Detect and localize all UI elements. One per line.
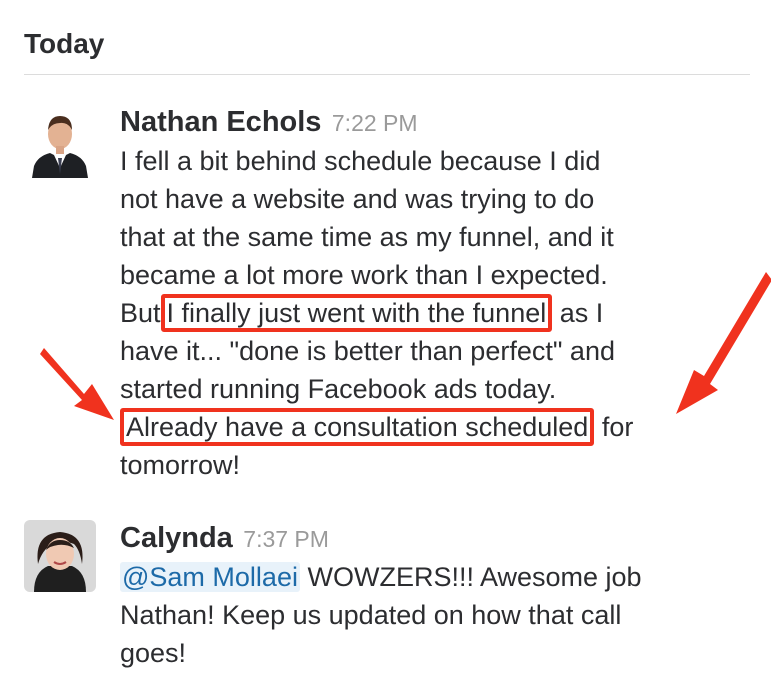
timestamp[interactable]: 7:22 PM — [332, 110, 418, 136]
user-mention[interactable]: @Sam Mollaei — [120, 562, 300, 592]
message-header: Nathan Echols 7:22 PM — [120, 102, 750, 142]
message-line: @Sam Mollaei WOWZERS!!! Awesome job — [120, 558, 750, 596]
avatar-calynda[interactable] — [24, 520, 96, 592]
message-text: But — [120, 298, 161, 328]
red-arrow-icon — [40, 348, 114, 420]
message-line: started running Facebook ads today. — [120, 374, 557, 404]
message-line: have it... "done is better than perfect"… — [120, 336, 615, 366]
avatar-nathan[interactable] — [24, 106, 96, 178]
message-text — [552, 298, 560, 328]
avatar-nathan-image — [24, 106, 96, 178]
message-line: tomorrow! — [120, 450, 241, 480]
message-line: I fell a bit behind schedule because I d… — [120, 146, 601, 176]
highlight-box-consultation: Already have a consultation scheduled — [120, 408, 595, 446]
message-line: Nathan! Keep us updated on how that call — [120, 600, 622, 630]
message-text: as I — [559, 298, 604, 328]
day-divider-line — [24, 74, 750, 75]
message-line: that at the same time as my funnel, and … — [120, 222, 614, 252]
avatar-calynda-image — [24, 520, 96, 592]
sender-name[interactable]: Calynda — [120, 522, 233, 554]
message-text — [594, 412, 602, 442]
timestamp[interactable]: 7:37 PM — [243, 526, 329, 552]
message-line: not have a website and was trying to do — [120, 184, 595, 214]
sender-name[interactable]: Nathan Echols — [120, 106, 321, 138]
message-line: goes! — [120, 638, 187, 668]
message-line: But I finally just went with the funnel a… — [120, 294, 750, 332]
message-line: Already have a consultation scheduled fo… — [120, 408, 750, 446]
message-header: Calynda 7:37 PM — [120, 518, 750, 558]
day-divider-label: Today — [24, 28, 105, 59]
message-line: became a lot more work than I expected. — [120, 260, 608, 290]
highlight-box-funnel: I finally just went with the funnel — [160, 294, 553, 332]
message-text: WOWZERS!!! Awesome job — [307, 562, 642, 592]
message-text: for — [601, 412, 634, 442]
